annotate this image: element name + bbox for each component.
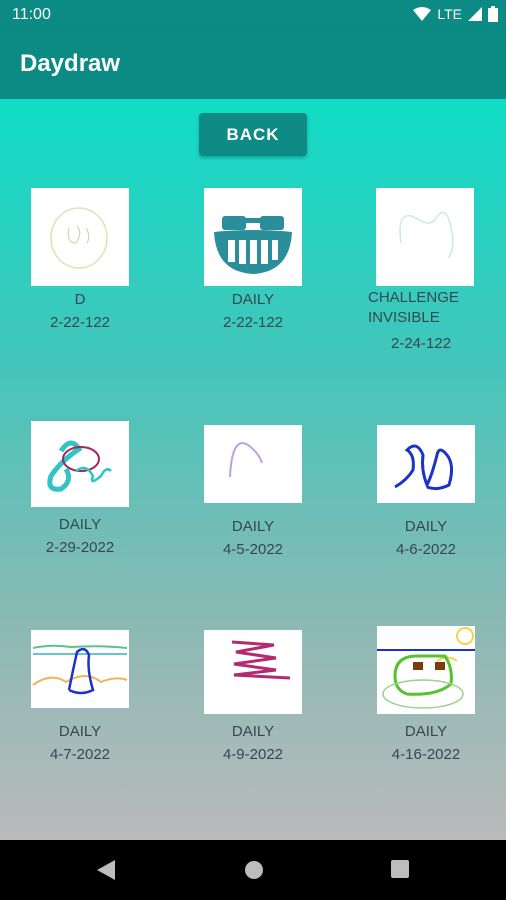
drawing-title: DAILY bbox=[58, 723, 102, 740]
drawing-tile[interactable]: DAILY 4-6-2022 bbox=[371, 425, 481, 561]
drawing-date: 4-5-2022 bbox=[222, 541, 284, 558]
drawing-date: 4-7-2022 bbox=[49, 746, 111, 763]
drawing-thumbnail[interactable] bbox=[376, 188, 474, 286]
drawing-tile[interactable]: DAILY 2-22-122 bbox=[198, 188, 308, 334]
drawing-title: DAILY bbox=[58, 516, 102, 533]
status-time: 11:00 bbox=[12, 6, 51, 23]
drawing-date: 2-22-122 bbox=[49, 314, 111, 331]
drawing-title: CHALLENGE INVISIBLE bbox=[368, 289, 459, 326]
drawing-thumbnail[interactable] bbox=[31, 188, 129, 286]
battery-icon bbox=[488, 6, 498, 22]
drawing-thumbnail[interactable] bbox=[204, 188, 302, 286]
drawing-tile[interactable]: CHALLENGE INVISIBLE 2-24-122 bbox=[368, 188, 478, 355]
drawing-thumbnail[interactable] bbox=[31, 421, 129, 507]
signal-icon bbox=[468, 7, 482, 21]
drawing-tile[interactable]: DAILY 4-9-2022 bbox=[198, 630, 308, 766]
drawing-tile[interactable]: DAILY 4-5-2022 bbox=[198, 425, 308, 561]
drawing-thumbnail[interactable] bbox=[204, 425, 302, 503]
drawing-title: DAILY bbox=[231, 291, 275, 308]
drawing-date: 4-9-2022 bbox=[222, 746, 284, 763]
app-bar: Daydraw bbox=[0, 32, 506, 99]
home-nav-icon[interactable] bbox=[244, 860, 264, 880]
drawing-title: DAILY bbox=[231, 518, 275, 535]
drawing-thumbnail[interactable] bbox=[377, 626, 475, 714]
drawing-thumbnail[interactable] bbox=[204, 630, 302, 714]
navigation-bar bbox=[0, 840, 506, 900]
status-icons: LTE bbox=[413, 6, 498, 22]
drawing-date: 4-16-2022 bbox=[391, 746, 461, 763]
drawing-title: DAILY bbox=[404, 518, 448, 535]
back-button[interactable]: BACK bbox=[199, 113, 307, 156]
drawing-date: 4-6-2022 bbox=[395, 541, 457, 558]
drawing-date: 2-29-2022 bbox=[45, 539, 115, 556]
drawing-tile[interactable]: DAILY 4-7-2022 bbox=[25, 630, 135, 766]
drawing-thumbnail[interactable] bbox=[31, 630, 129, 708]
drawing-title: DAILY bbox=[231, 723, 275, 740]
network-type-label: LTE bbox=[437, 6, 462, 22]
app-title: Daydraw bbox=[20, 50, 121, 77]
gallery-content: BACK D 2-22-122 DAILY 2-22-122 CHALLENGE… bbox=[0, 99, 506, 840]
drawing-tile[interactable]: DAILY 2-29-2022 bbox=[25, 421, 135, 559]
back-nav-icon[interactable] bbox=[97, 860, 115, 880]
drawing-title: DAILY bbox=[404, 723, 448, 740]
wifi-icon bbox=[413, 7, 432, 21]
recents-nav-icon[interactable] bbox=[391, 860, 409, 878]
drawing-title: D bbox=[74, 291, 86, 308]
drawing-tile[interactable]: DAILY 4-16-2022 bbox=[371, 626, 481, 766]
drawing-tile[interactable]: D 2-22-122 bbox=[25, 188, 135, 334]
drawing-date: 2-24-122 bbox=[391, 335, 452, 352]
drawing-date: 2-22-122 bbox=[222, 314, 284, 331]
status-bar: 11:00 LTE bbox=[0, 0, 506, 32]
drawing-thumbnail[interactable] bbox=[377, 425, 475, 503]
